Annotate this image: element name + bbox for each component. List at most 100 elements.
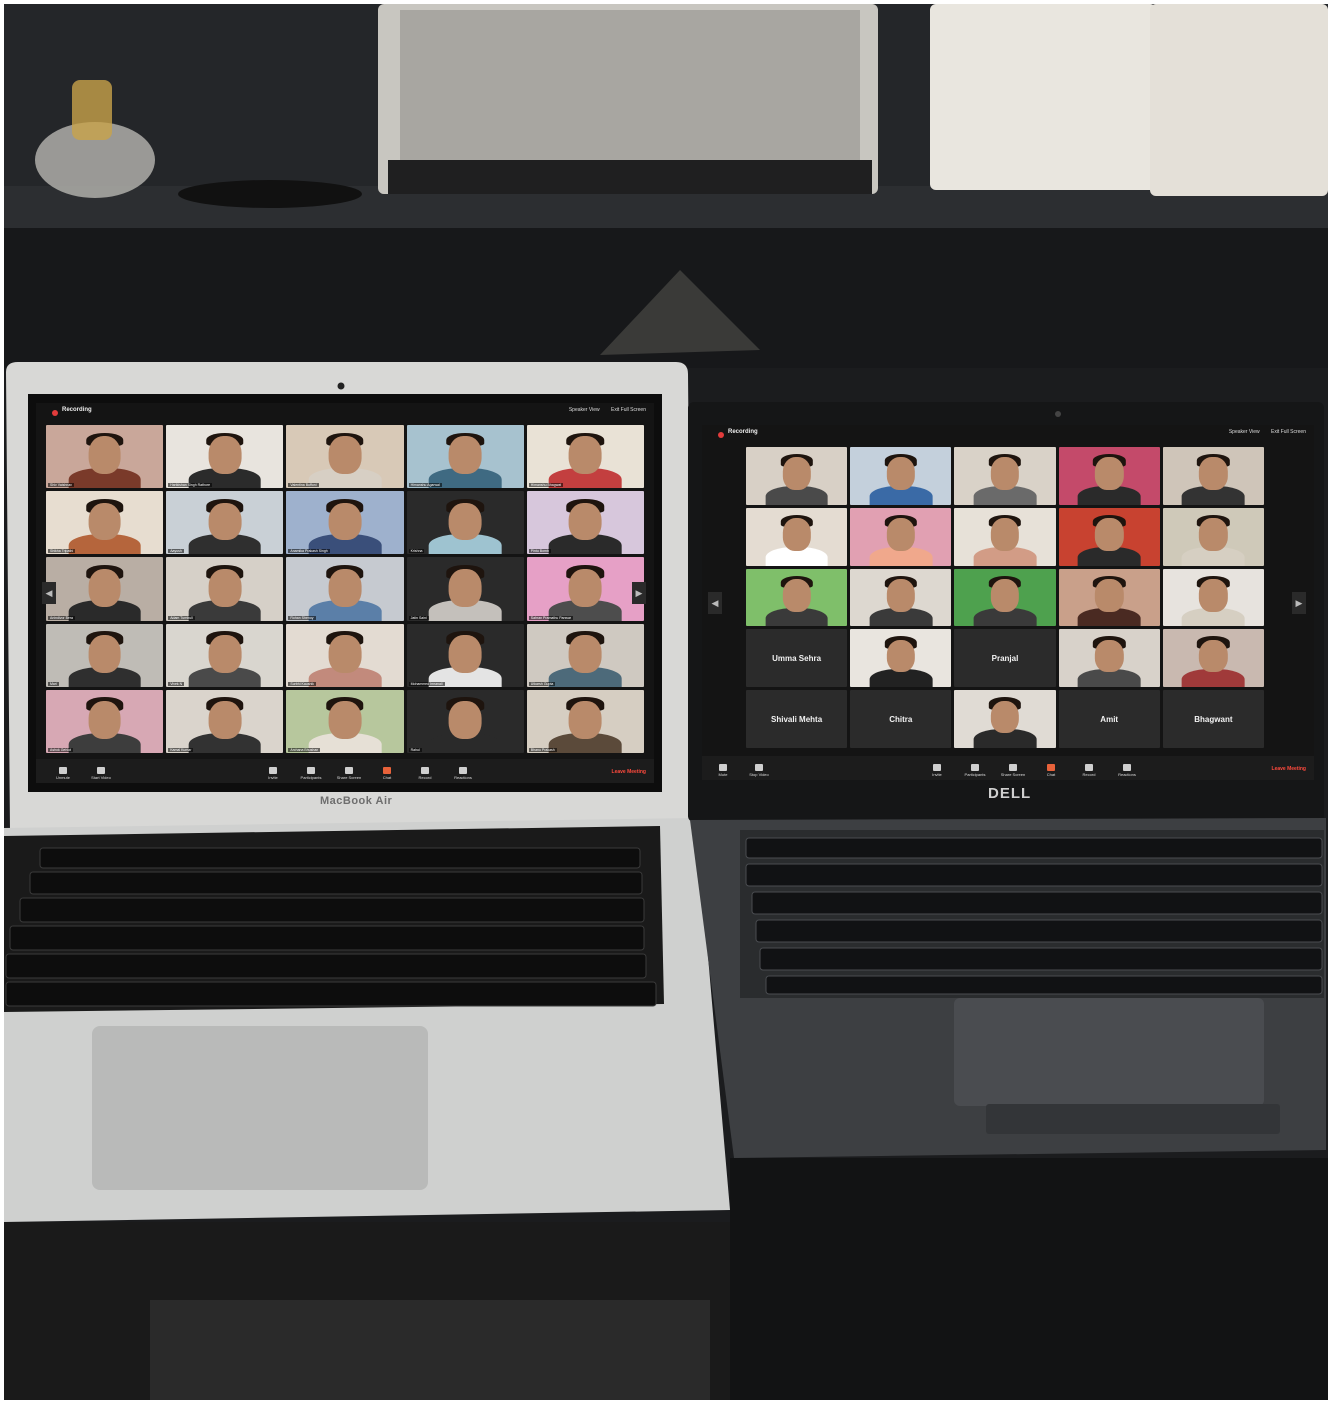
leave-meeting-button[interactable]: Leave Meeting [612, 769, 646, 775]
participant-tile[interactable] [954, 507, 1056, 566]
participant-face [1199, 457, 1228, 490]
participant-tile[interactable] [1058, 507, 1160, 566]
participant-tile[interactable] [746, 507, 848, 566]
participant-tile[interactable]: Anamika Prakash Singh [286, 491, 404, 555]
toolbar-record-button[interactable]: Record [410, 767, 440, 780]
participant-tile[interactable] [746, 568, 848, 627]
participant-name: Utkarsh Gupta [528, 681, 556, 686]
toolbar-stop-video-button[interactable]: Stop Video [744, 764, 774, 777]
toolbar-start-video-button[interactable]: Start Video [86, 767, 116, 780]
participant-name: Mari [48, 681, 59, 686]
participant-tile[interactable]: Amit [1058, 690, 1160, 748]
left-prev-page-icon[interactable]: ◀ [42, 582, 56, 604]
toolbar-share-screen-button[interactable]: Share Screen [998, 764, 1028, 777]
participant-tile[interactable]: Shivali Mehta [746, 690, 848, 748]
participant-tile[interactable]: Himanshu Bhagwat [526, 425, 644, 489]
participant-face [328, 502, 362, 541]
participant-tile[interactable]: Harikishan Singh Rathore [166, 425, 284, 489]
participant-tile[interactable]: Surbhi Kaushik [286, 623, 404, 687]
participant-tile[interactable]: Kamal Kumar [166, 689, 284, 753]
left-next-page-icon[interactable]: ▶ [632, 582, 646, 604]
participant-tile[interactable]: Adam Turnbull [166, 557, 284, 621]
recording-icon [718, 432, 724, 438]
toolbar-participants-button[interactable]: Participants [960, 764, 990, 777]
mute-icon [719, 764, 727, 771]
participant-tile[interactable]: Jatin Saini [406, 557, 524, 621]
participant-tile[interactable]: Utkarsh Gupta [526, 623, 644, 687]
toolbar-share-screen-button[interactable]: Share Screen [334, 767, 364, 780]
participant-tile[interactable] [850, 629, 952, 688]
participant-tile[interactable]: Himanshu Agarwal [406, 425, 524, 489]
recording-icon [52, 410, 58, 416]
participant-tile[interactable]: Umma Sehra [746, 629, 848, 688]
toolbar-label: Unmute [55, 775, 70, 780]
participant-tile[interactable] [1162, 447, 1264, 505]
participant-tile[interactable]: Shiv Vaishnav [46, 425, 164, 489]
participant-tile[interactable]: Vivek N [166, 623, 284, 687]
participant-name: Vivek N [168, 681, 185, 686]
participant-tile[interactable] [746, 447, 848, 505]
toolbar-invite-button[interactable]: Invite [258, 767, 288, 780]
participant-name: Ashok Gehlot [48, 748, 74, 752]
participant-name: Sahran Pramathu Panwar [528, 615, 574, 620]
right-topbar-right: Speaker View Exit Full Screen [1219, 429, 1306, 435]
participant-tile[interactable] [1162, 507, 1264, 566]
toolbar-chat-button[interactable]: Chat [372, 767, 402, 780]
participant-face [328, 568, 362, 607]
participant-tile[interactable]: Rahul [406, 689, 524, 753]
participant-tile[interactable] [850, 507, 952, 566]
participant-tile[interactable]: Archana Bhushan [286, 689, 404, 753]
participant-face [1095, 457, 1124, 490]
participant-tile[interactable]: Valentina Buffoni [286, 425, 404, 489]
participant-tile[interactable]: Mohammed Imranali [406, 623, 524, 687]
participant-tile[interactable]: Bhanu Prakash [526, 689, 644, 753]
leave-meeting-button[interactable]: Leave Meeting [1272, 766, 1306, 772]
participant-tile[interactable]: Bhagwant [1162, 690, 1264, 748]
participant-tile[interactable] [1058, 629, 1160, 688]
exit-full-screen-button[interactable]: Exit Full Screen [611, 407, 646, 413]
speaker-view-button[interactable]: Speaker View [1229, 429, 1260, 435]
participant-tile[interactable] [954, 568, 1056, 627]
toolbar-invite-button[interactable]: Invite [922, 764, 952, 777]
participant-tile[interactable]: Chitra [850, 690, 952, 748]
participant-tile[interactable]: Shikha Tripathi [46, 491, 164, 555]
participant-tile[interactable] [850, 447, 952, 505]
participant-name: Pintu Bomb [528, 549, 551, 554]
participant-tile[interactable]: Anindivor Bera [46, 557, 164, 621]
participant-tile[interactable]: Pintu Bomb [526, 491, 644, 555]
participant-tile[interactable]: Ashok Gehlot [46, 689, 164, 753]
participant-tile[interactable]: Aayush [166, 491, 284, 555]
participant-face [88, 436, 121, 475]
participant-tile[interactable]: Sahran Pramathu Panwar [526, 557, 644, 621]
participant-name: Anamika Prakash Singh [288, 549, 330, 554]
participant-tile[interactable]: Rohan Shenoy [286, 557, 404, 621]
participant-tile[interactable]: Pranjal [954, 629, 1056, 688]
participant-tile[interactable]: Krishna [406, 491, 524, 555]
speaker-view-button[interactable]: Speaker View [569, 407, 600, 413]
participant-face [88, 502, 121, 541]
participant-face [1199, 639, 1228, 673]
participant-tile[interactable] [850, 568, 952, 627]
toolbar-reactions-button[interactable]: Reactions [1112, 764, 1142, 777]
participant-tile[interactable] [1162, 568, 1264, 627]
participant-tile[interactable] [1058, 447, 1160, 505]
participant-tile[interactable] [1162, 629, 1264, 688]
participant-tile[interactable]: Mari [46, 623, 164, 687]
participant-name: Kamal Kumar [168, 748, 194, 752]
coaster [178, 180, 362, 208]
toolbar-chat-button[interactable]: Chat [1036, 764, 1066, 777]
exit-full-screen-button[interactable]: Exit Full Screen [1271, 429, 1306, 435]
participant-tile[interactable] [954, 690, 1056, 748]
left-zoom-toolbar: Leave Meeting Unmute Start Video Invite Par… [36, 759, 654, 783]
toolbar-record-button[interactable]: Record [1074, 764, 1104, 777]
participant-tile[interactable] [954, 447, 1056, 505]
participant-tile[interactable] [1058, 568, 1160, 627]
right-next-page-icon[interactable]: ▶ [1292, 591, 1306, 614]
toolbar-unmute-button[interactable]: Unmute [48, 767, 78, 780]
participant-face [990, 578, 1020, 612]
right-prev-page-icon[interactable]: ◀ [708, 591, 722, 614]
toolbar-reactions-button[interactable]: Reactions [448, 767, 478, 780]
toolbar-participants-button[interactable]: Participants [296, 767, 326, 780]
participant-face [1199, 518, 1228, 551]
toolbar-mute-button[interactable]: Mute [708, 764, 738, 777]
